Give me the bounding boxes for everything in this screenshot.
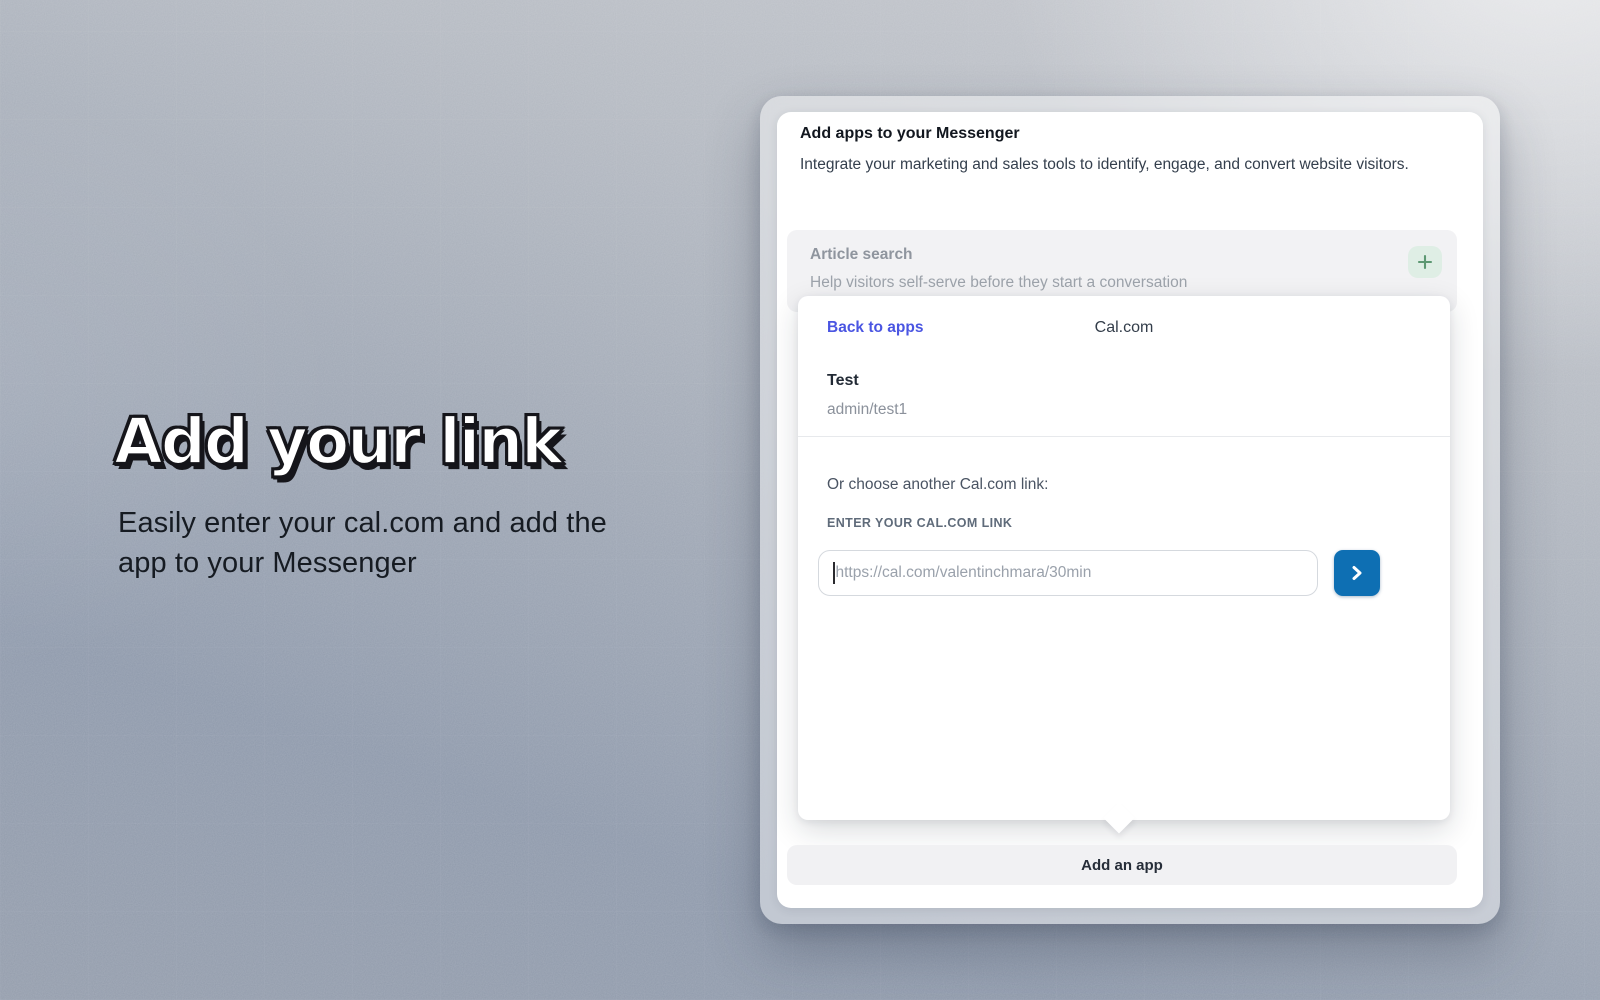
hero-title: Add your link (114, 405, 561, 478)
plus-icon (1416, 253, 1434, 271)
add-article-search-button[interactable] (1408, 246, 1442, 278)
cal-app-panel: Back to apps Cal.com Test admin/test1 Or… (798, 296, 1450, 820)
card-title: Add apps to your Messenger (800, 125, 1020, 143)
article-search-title: Article search (810, 246, 913, 264)
messenger-card: Add apps to your Messenger Integrate you… (777, 112, 1483, 908)
selected-link-name[interactable]: Test (827, 372, 859, 390)
text-caret (833, 562, 835, 584)
cal-link-input-label: ENTER YOUR CAL.COM LINK (827, 516, 1012, 530)
panel-divider (798, 436, 1450, 437)
cal-link-placeholder: https://cal.com/valentinchmara/30min (836, 564, 1092, 582)
panel-caret-pointer (1103, 802, 1134, 833)
article-search-description: Help visitors self-serve before they sta… (810, 274, 1187, 292)
chevron-right-icon (1348, 564, 1366, 582)
page-background: Add your link Easily enter your cal.com … (0, 0, 1600, 1000)
add-an-app-button[interactable]: Add an app (787, 845, 1457, 885)
selected-link-path: admin/test1 (827, 401, 907, 419)
cal-link-input[interactable]: https://cal.com/valentinchmara/30min (818, 550, 1318, 596)
choose-another-label: Or choose another Cal.com link: (827, 476, 1048, 494)
hero-subtitle: Easily enter your cal.com and add the ap… (118, 503, 663, 583)
cal-panel-title: Cal.com (798, 319, 1450, 337)
submit-link-button[interactable] (1334, 550, 1380, 596)
card-description: Integrate your marketing and sales tools… (800, 151, 1425, 178)
